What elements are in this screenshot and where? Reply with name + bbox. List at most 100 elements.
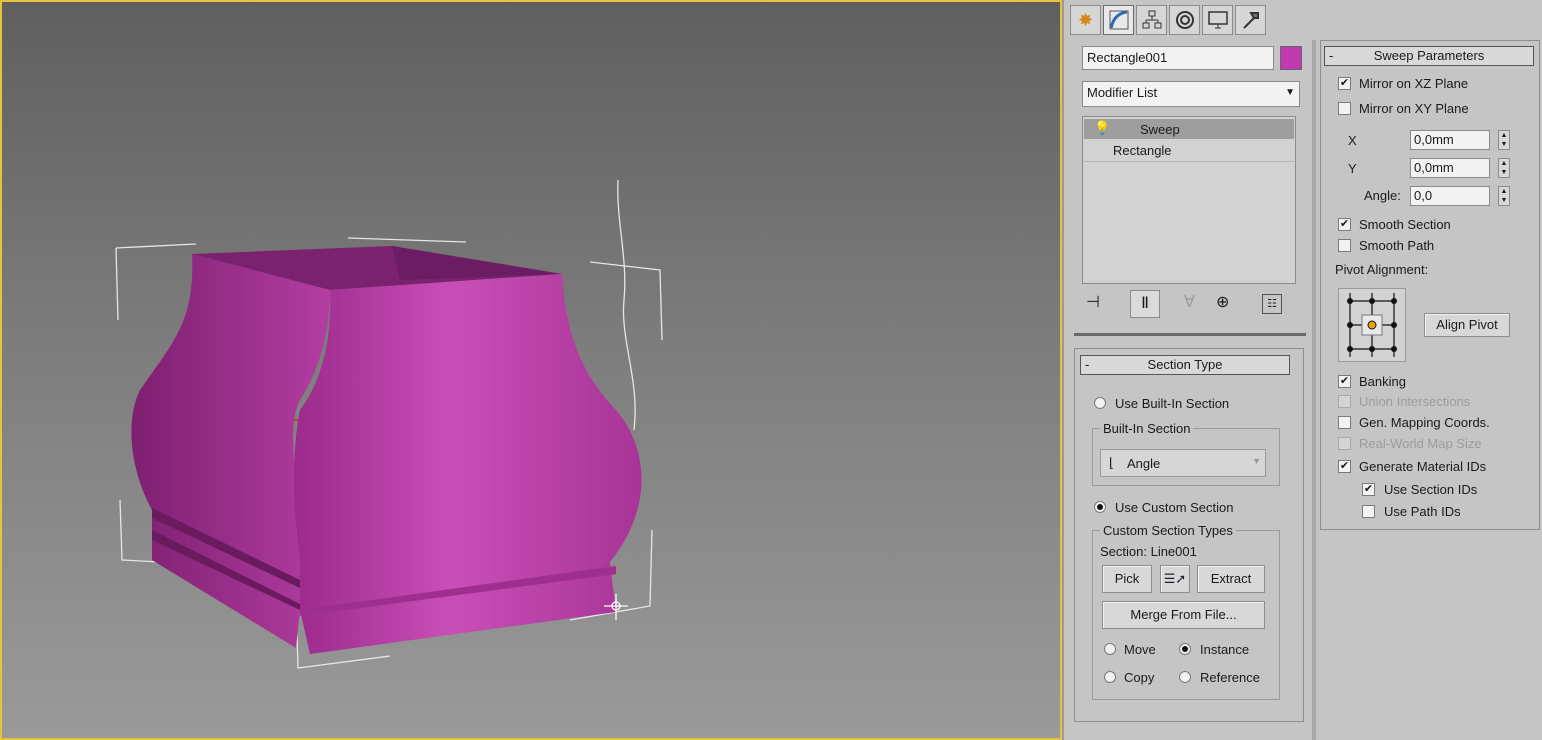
configure-modifier-sets-icon[interactable]: ☷ [1262,294,1282,314]
create-tab[interactable]: ✸ [1070,5,1101,35]
align-pivot-label: Align Pivot [1436,317,1498,332]
instance-label: Instance [1200,642,1250,657]
perspective-viewport[interactable] [0,0,1062,740]
display-icon [1207,11,1228,29]
custom-section-title: Custom Section Types [1100,523,1236,538]
viewport-scene [115,179,663,669]
use-builtin-label: Use Built-In Section [1115,396,1230,411]
merge-from-file-button[interactable]: Merge From File... [1102,601,1265,629]
section-type-header[interactable]: - Section Type [1080,355,1290,375]
mirror-xy-checkbox[interactable] [1338,102,1351,115]
reference-label: Reference [1200,670,1260,685]
mirror-xy-label: Mirror on XY Plane [1359,101,1469,116]
object-name-field[interactable]: Rectangle001 [1082,46,1274,70]
pick-cursor-icon: ☰➚ [1163,571,1187,586]
y-offset-label: Y [1348,161,1357,176]
pick-button[interactable]: Pick [1102,565,1152,593]
angle-shape-icon: ⌊ [1109,455,1115,470]
union-intersections-checkbox[interactable] [1338,395,1351,408]
pick-shape-button[interactable]: ☰➚ [1160,565,1190,593]
x-offset-label: X [1348,133,1357,148]
smooth-path-label: Smooth Path [1359,238,1435,253]
chevron-down-icon: ▼ [1285,87,1295,98]
use-path-ids-checkbox[interactable] [1362,505,1375,518]
show-end-result-icon[interactable]: Ⅱ [1130,290,1160,318]
real-world-checkbox[interactable] [1338,437,1351,450]
section-name-label: Section: Line001 [1100,544,1197,559]
pick-label: Pick [1114,571,1140,586]
display-tab[interactable] [1202,5,1233,35]
collapse-icon: - [1329,48,1334,63]
hierarchy-tab[interactable] [1136,5,1167,35]
lightbulb-icon[interactable]: 💡 [1094,120,1110,136]
modify-tab[interactable] [1103,5,1134,35]
extract-label: Extract [1210,571,1252,586]
hierarchy-icon [1142,10,1161,29]
stack-item-rectangle[interactable]: Rectangle [1084,141,1294,162]
x-offset-spinner[interactable]: ▲ ▼ [1498,130,1510,150]
gen-mapping-checkbox[interactable] [1338,416,1351,429]
pivot-alignment-grid [1338,288,1406,362]
pivot-alignment-label: Pivot Alignment: [1335,262,1429,277]
builtin-value: Angle [1127,456,1161,471]
align-pivot-button[interactable]: Align Pivot [1424,313,1510,337]
rollout-title: Sweep Parameters [1373,48,1485,63]
use-custom-radio[interactable] [1094,501,1106,513]
y-offset-field[interactable]: 0,0mm [1410,158,1490,178]
builtin-section-title: Built-In Section [1100,421,1194,436]
use-custom-label: Use Custom Section [1115,500,1234,515]
chevron-down-icon: ▼ [1252,456,1261,466]
move-label: Move [1124,642,1156,657]
copy-label: Copy [1124,670,1155,685]
merge-label: Merge From File... [1130,607,1237,622]
gen-material-ids-label: Generate Material IDs [1359,459,1487,474]
gen-mapping-label: Gen. Mapping Coords. [1359,415,1490,430]
object-color-swatch[interactable] [1280,46,1302,70]
utilities-icon [1242,12,1259,29]
angle-spinner[interactable]: ▲ ▼ [1498,186,1510,206]
vase-front-face [294,274,642,654]
use-section-ids-checkbox[interactable]: ✔ [1362,483,1375,496]
y-offset-spinner[interactable]: ▲ ▼ [1498,158,1510,178]
reference-radio[interactable] [1179,671,1191,683]
stack-item-label: Sweep [1140,122,1180,137]
copy-radio[interactable] [1104,671,1116,683]
builtin-section-dropdown[interactable]: ⌊ Angle ▼ [1100,449,1266,477]
sweep-parameters-header[interactable]: - Sweep Parameters [1324,46,1534,66]
divider [1074,333,1306,336]
remove-modifier-icon[interactable]: ⊕ [1216,292,1229,312]
command-panel: ✸ Rectangle001 Modifier List ▼ 💡 Sweep R… [1062,0,1542,740]
smooth-section-checkbox[interactable]: ✔ [1338,218,1351,231]
banking-checkbox[interactable]: ✔ [1338,375,1351,388]
use-path-ids-label: Use Path IDs [1384,504,1461,519]
object-name: Rectangle001 [1087,50,1168,65]
modifier-list-label: Modifier List [1087,85,1158,100]
motion-icon [1175,11,1194,29]
make-unique-icon[interactable]: ∀ [1184,292,1195,312]
smooth-path-checkbox[interactable] [1338,239,1351,252]
modifier-stack: 💡 Sweep Rectangle [1082,116,1296,284]
modifier-list-dropdown[interactable]: Modifier List ▼ [1082,81,1300,107]
move-radio[interactable] [1104,643,1116,655]
union-intersections-label: Union Intersections [1359,394,1471,409]
use-section-ids-label: Use Section IDs [1384,482,1478,497]
rollout-title: Section Type [1147,357,1223,372]
angle-label: Angle: [1364,188,1401,203]
use-builtin-radio[interactable] [1094,397,1106,409]
extract-button[interactable]: Extract [1197,565,1265,593]
modify-icon [1109,10,1128,30]
stack-item-sweep[interactable]: 💡 Sweep [1084,119,1294,139]
x-offset-field[interactable]: 0,0mm [1410,130,1490,150]
stack-item-label: Rectangle [1113,143,1172,158]
instance-radio[interactable] [1179,643,1191,655]
motion-tab[interactable] [1169,5,1200,35]
collapse-icon: - [1085,357,1090,372]
real-world-label: Real-World Map Size [1359,436,1482,451]
gen-material-ids-checkbox[interactable]: ✔ [1338,460,1351,473]
pin-stack-icon[interactable]: ⊣ [1086,292,1100,312]
utilities-tab[interactable] [1235,5,1266,35]
angle-field[interactable]: 0,0 [1410,186,1490,206]
smooth-section-label: Smooth Section [1359,217,1451,232]
mirror-xz-label: Mirror on XZ Plane [1359,76,1469,91]
mirror-xz-checkbox[interactable]: ✔ [1338,77,1351,90]
